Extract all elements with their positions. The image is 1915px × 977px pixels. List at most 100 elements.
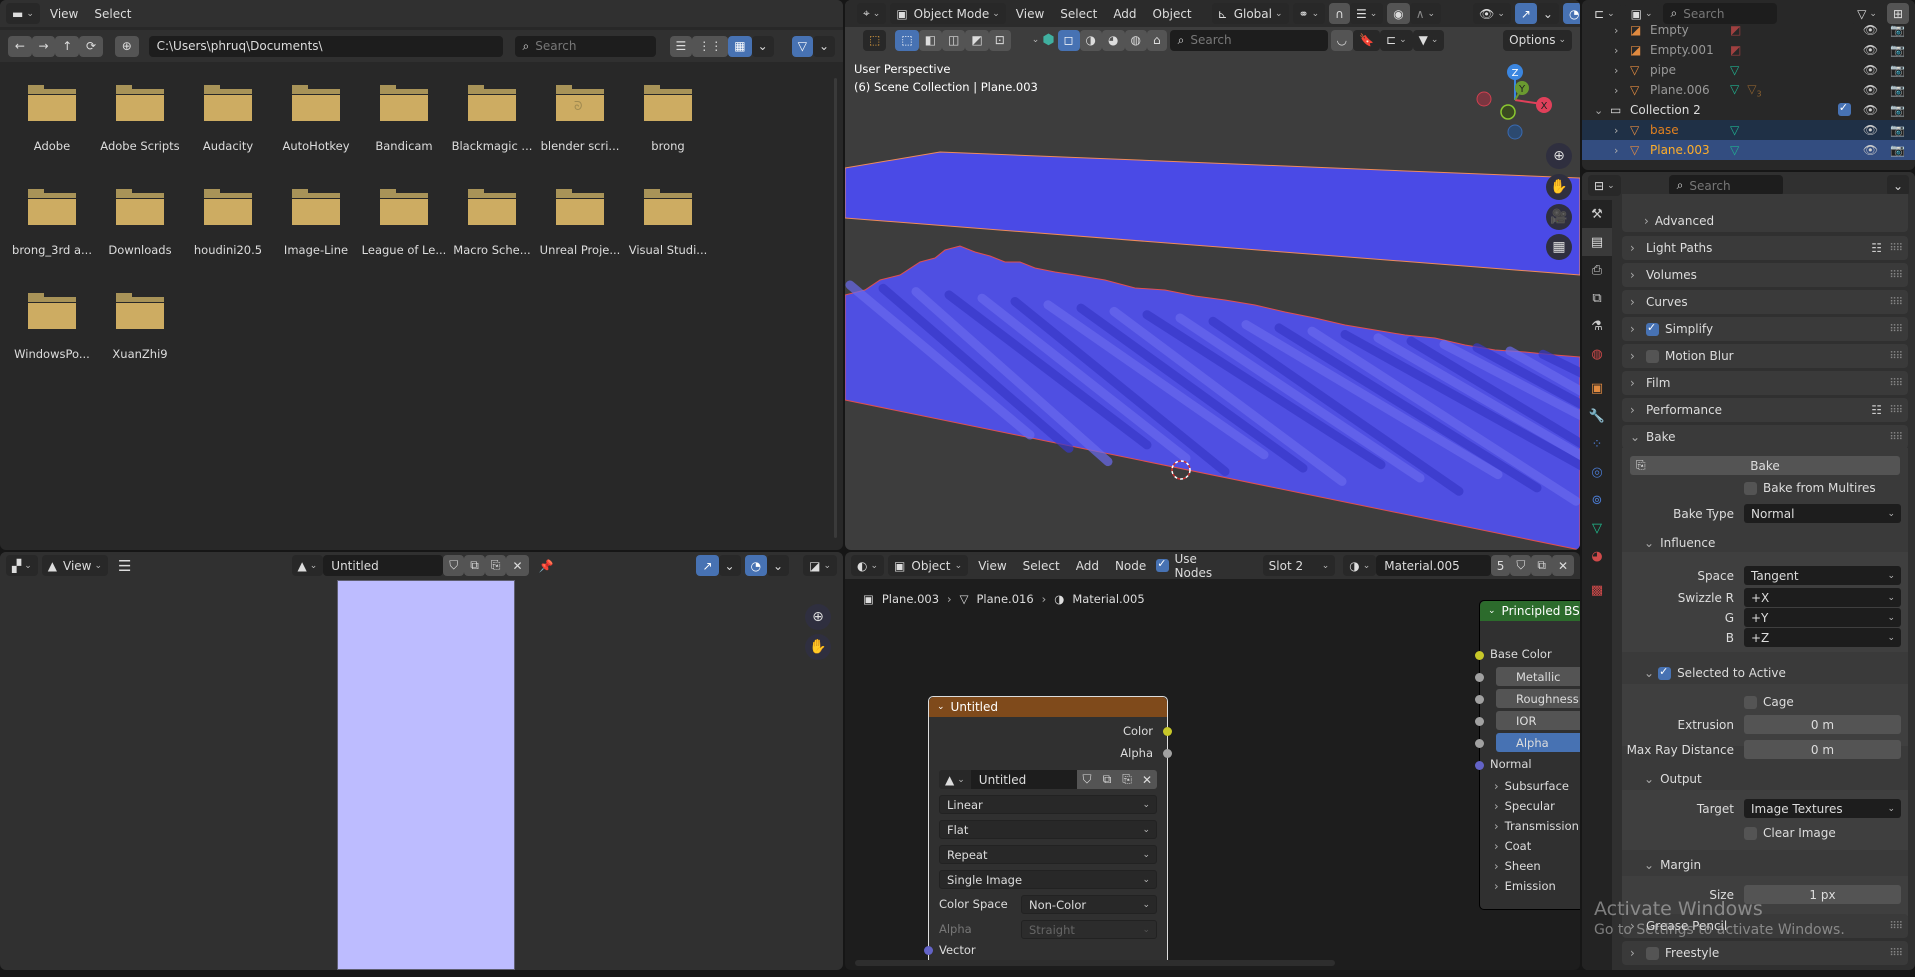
new-folder-button[interactable]: ⊕ xyxy=(114,35,139,57)
outliner-row[interactable]: › ▽ Plane.003 ▽ 👁 📷 xyxy=(1582,140,1915,160)
editor-type-button[interactable]: ⌖ ⌄ xyxy=(857,3,887,24)
use-nodes-check[interactable] xyxy=(1156,557,1169,572)
navigation-gizmo[interactable]: Z Y X xyxy=(1470,62,1560,152)
new-image-button[interactable]: ⧉ xyxy=(1097,770,1117,789)
input-value-field[interactable]: Roughness xyxy=(1496,689,1580,708)
editor-type-button[interactable]: ⊟ ⌄ xyxy=(1588,175,1621,196)
folder-item[interactable]: brong xyxy=(624,85,712,153)
object-tab-icon[interactable]: ▣ xyxy=(1582,374,1612,402)
subpanel-selected-to-active[interactable]: ⌄Selected to Active xyxy=(1644,665,1786,680)
back-button[interactable]: ← xyxy=(8,35,32,57)
folder-item[interactable]: brong_3rd a... xyxy=(8,189,96,257)
visibility-eye-icon[interactable]: 👁 xyxy=(1863,83,1878,97)
shading-dropdown[interactable]: ⌄ xyxy=(1032,35,1040,45)
image-canvas[interactable] xyxy=(337,580,515,970)
input-socket[interactable] xyxy=(1475,651,1484,660)
bsdf-subpanel[interactable]: › Subsurface xyxy=(1494,779,1569,793)
interpolation-dropdown[interactable]: Linear ⌄ xyxy=(939,795,1157,814)
visibility-eye-icon[interactable]: 👁 xyxy=(1863,143,1878,157)
mode-dropdown[interactable]: ▣ Object Mode ⌄ xyxy=(890,3,1006,24)
collapse-chevron-icon[interactable]: ⌄ xyxy=(1488,606,1496,616)
bsdf-subpanel[interactable]: › Sheen xyxy=(1494,859,1541,873)
shading-material-button[interactable]: ◕ xyxy=(1102,29,1125,51)
drag-handle-icon[interactable]: ⠿⠿ xyxy=(1889,948,1903,959)
outliner-row[interactable]: › ▽ base ▽ 👁 📷 xyxy=(1582,120,1915,140)
material-browse-button[interactable]: ◑ ⌄ xyxy=(1343,555,1377,576)
hierarchy-dropdown[interactable]: ⊏ ⌄ xyxy=(1380,29,1413,51)
folder-item[interactable]: Adobe Scripts xyxy=(96,85,184,153)
chevron-right-icon[interactable]: › xyxy=(1614,64,1618,77)
principled-bsdf-node[interactable]: ⌄Principled BSDF Base Color Metallic Rough… xyxy=(1475,600,1580,910)
folder-item[interactable]: Downloads xyxy=(96,189,184,257)
view-mode-dropdown[interactable]: ▲ View ⌄ xyxy=(41,555,109,576)
source-dropdown[interactable]: Single Image ⌄ xyxy=(939,870,1157,889)
image-browse-button[interactable]: ▲ ⌄ xyxy=(939,770,971,789)
menu-select[interactable]: Select xyxy=(88,7,137,21)
visibility-eye-icon[interactable]: 👁 xyxy=(1863,63,1878,77)
gizmo-toggle[interactable]: ↗ xyxy=(1514,3,1537,24)
tool-tab-icon[interactable]: ⚒ xyxy=(1582,200,1612,228)
modifier-tab-icon[interactable]: 🔧 xyxy=(1582,402,1612,430)
panel-motion-blur[interactable]: › Motion Blur ⠿⠿ xyxy=(1622,344,1908,368)
display-list-horizontal-button[interactable]: ⋮⋮ xyxy=(692,35,729,57)
render-camera-icon[interactable]: 📷 xyxy=(1890,63,1905,77)
gizmo-dropdown[interactable]: ⌄ xyxy=(718,555,741,576)
horizontal-scrollbar[interactable] xyxy=(855,960,1335,966)
outliner-item-name[interactable]: Empty xyxy=(1650,23,1689,37)
slot-dropdown[interactable]: Slot 2 ⌄ xyxy=(1262,555,1336,576)
display-list-vertical-button[interactable]: ☰ xyxy=(669,35,693,57)
open-image-button[interactable]: ⎘ xyxy=(1117,770,1137,789)
outliner-row[interactable]: › ◪ Empty ◩ 👁 📷 xyxy=(1582,20,1915,40)
drag-handle-icon[interactable]: ⠿⠿ xyxy=(1889,243,1903,254)
menu-object[interactable]: Object xyxy=(1147,7,1198,21)
folder-item[interactable]: Adobe xyxy=(8,85,96,153)
drag-handle-icon[interactable]: ⠿⠿ xyxy=(1889,270,1903,281)
gizmo-toggle[interactable]: ↗ xyxy=(696,555,719,576)
select-intersect-button[interactable]: ⊡ xyxy=(988,29,1011,51)
use-nodes-checkbox[interactable]: Use Nodes xyxy=(1156,552,1234,580)
editor-type-button[interactable]: ▞ ⌄ xyxy=(6,555,38,576)
image-name-field[interactable]: Untitled xyxy=(970,770,1077,789)
render-camera-icon[interactable]: 📷 xyxy=(1890,83,1905,97)
chevron-right-icon[interactable]: › xyxy=(1614,124,1618,137)
drag-handle-icon[interactable]: ⠿⠿ xyxy=(1889,324,1903,335)
select-invert-button[interactable]: ◩ xyxy=(965,29,989,51)
properties-search-input[interactable]: ⌕ Search xyxy=(1668,175,1783,196)
cage-checkbox[interactable]: Cage xyxy=(1744,695,1794,709)
panel-volumes[interactable]: › Volumes ⠿⠿ xyxy=(1622,263,1908,287)
outliner-row[interactable]: › ▽ pipe ▽ 👁 📷 xyxy=(1582,60,1915,80)
panel-curves[interactable]: › Curves ⠿⠿ xyxy=(1622,290,1908,314)
input-socket[interactable] xyxy=(1475,673,1484,682)
folder-item[interactable]: ᘐ blender scri... xyxy=(536,85,624,153)
bake-from-multires-checkbox[interactable]: Bake from Multires xyxy=(1744,481,1876,495)
menu-select[interactable]: Select xyxy=(1054,7,1103,21)
folder-item[interactable]: AutoHotkey xyxy=(272,85,360,153)
editor-type-button[interactable]: ▬ ⌄ xyxy=(6,3,40,24)
falloff-dropdown[interactable]: ∧ ⌄ xyxy=(1409,3,1442,24)
folder-item[interactable]: houdini20.5 xyxy=(184,189,272,257)
zoom-icon[interactable]: ⊕ xyxy=(805,604,831,630)
display-channels-dropdown[interactable]: ◪ ⌄ xyxy=(803,555,837,576)
chevron-right-icon[interactable]: › xyxy=(1614,44,1618,57)
pin-icon[interactable]: 📌 xyxy=(533,559,560,573)
transform-orientation-dropdown[interactable]: ⊾ Global ⌄ xyxy=(1211,3,1289,24)
options-dropdown[interactable]: Options ⌄ xyxy=(1503,29,1572,51)
bsdf-subpanel[interactable]: › Specular xyxy=(1494,799,1555,813)
unlink-image-button[interactable]: ✕ xyxy=(1137,770,1157,789)
open-image-button[interactable]: ⎘ xyxy=(484,555,507,576)
folder-item[interactable]: XuanZhi9 xyxy=(96,293,184,361)
panel-enable-checkbox[interactable] xyxy=(1646,321,1659,336)
panel-simplify[interactable]: ›Simplify⠿⠿ xyxy=(1622,317,1908,341)
input-socket[interactable] xyxy=(1475,761,1484,770)
duplicate-material-button[interactable]: ⧉ xyxy=(1531,555,1552,576)
outliner-item-name[interactable]: Empty.001 xyxy=(1650,43,1714,57)
tool-search-input[interactable]: ⌕ Search xyxy=(1169,29,1328,51)
editor-type-button[interactable]: ◐ ⌄ xyxy=(851,555,885,576)
folder-item[interactable]: Image-Line xyxy=(272,189,360,257)
particles-tab-icon[interactable]: ⁘ xyxy=(1582,430,1612,458)
visibility-eye-icon[interactable]: 👁 xyxy=(1863,103,1878,117)
drag-handle-icon[interactable]: ⠿⠿ xyxy=(1889,405,1903,416)
outliner-item-name[interactable]: Collection 2 xyxy=(1630,103,1701,117)
input-socket[interactable] xyxy=(1475,695,1484,704)
input-value-field[interactable]: IOR xyxy=(1496,711,1580,730)
